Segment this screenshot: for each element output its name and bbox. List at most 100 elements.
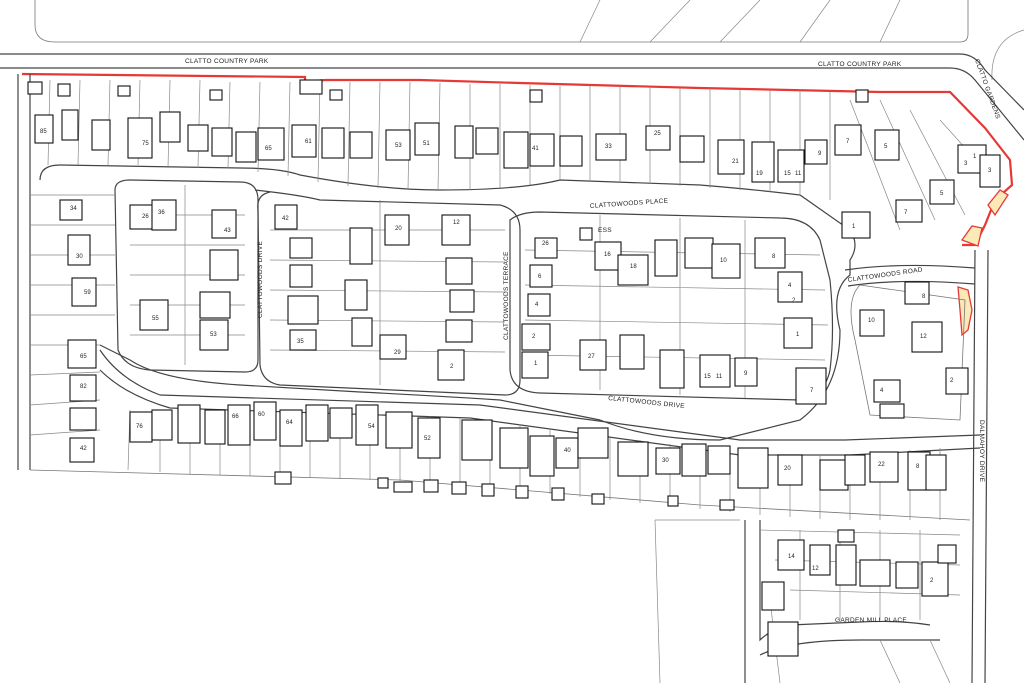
house-number: 61 [305, 139, 312, 145]
house-number: 12 [453, 220, 460, 226]
building [253, 401, 277, 441]
house-number: 41 [532, 146, 539, 152]
building [719, 499, 735, 511]
house-number: 27 [588, 354, 595, 360]
house-number: 21 [732, 159, 739, 165]
building [619, 334, 645, 370]
building [299, 79, 323, 95]
house-number: 60 [258, 412, 265, 418]
house-number: 14 [788, 554, 795, 560]
house-number: 22 [878, 462, 885, 468]
house-number: 26 [142, 214, 149, 220]
house-number: 30 [76, 254, 83, 260]
building [737, 447, 769, 489]
building [684, 237, 714, 269]
house-number: 85 [40, 129, 47, 135]
building [551, 487, 565, 501]
building [204, 409, 226, 445]
building [117, 85, 131, 97]
building [61, 109, 79, 141]
building [177, 404, 201, 444]
building [289, 237, 313, 259]
building [617, 254, 649, 286]
building [681, 443, 707, 477]
road-label-clattowoods-terrace: CLATTOWOODS TERRACE [503, 251, 510, 340]
building [911, 321, 943, 353]
building [529, 89, 543, 103]
house-number: 26 [542, 241, 549, 247]
house-number: 20 [395, 226, 402, 232]
house-number: 30 [662, 458, 669, 464]
building [855, 89, 869, 103]
building [227, 404, 251, 446]
building [895, 561, 919, 589]
house-number: 76 [136, 424, 143, 430]
building [329, 89, 343, 101]
house-number: 66 [232, 414, 239, 420]
building [475, 127, 499, 155]
building [804, 139, 828, 165]
building [127, 117, 153, 159]
building [57, 83, 71, 97]
road-label-clatto-country-park-east: CLATTO COUNTRY PARK [818, 61, 902, 68]
building [69, 407, 97, 431]
building [279, 409, 303, 447]
house-number: 11 [795, 171, 802, 177]
building [423, 479, 439, 493]
building [351, 317, 373, 347]
building [895, 199, 923, 223]
building [349, 227, 373, 265]
house-number: 11 [716, 374, 723, 380]
building [187, 124, 209, 152]
building [481, 483, 495, 497]
building [617, 441, 649, 477]
building [499, 427, 529, 469]
building [859, 559, 891, 587]
building [235, 131, 257, 163]
building [379, 334, 407, 360]
building [305, 404, 329, 442]
building [257, 127, 285, 161]
building [667, 495, 679, 507]
house-number: 65 [265, 146, 272, 152]
house-number: 64 [286, 420, 293, 426]
road-label-clattowoods-drive-west: CLATTOWOODS DRIVE [257, 241, 264, 318]
building [795, 367, 827, 405]
building [904, 281, 930, 305]
house-number: 20 [784, 466, 791, 472]
building [645, 125, 671, 151]
building [819, 459, 849, 491]
building [291, 124, 317, 158]
house-number: 10 [720, 258, 727, 264]
building [209, 249, 239, 281]
building [654, 239, 678, 277]
building [461, 419, 493, 461]
building [67, 234, 91, 266]
building [529, 435, 555, 477]
house-number: 12 [812, 566, 819, 572]
building [289, 264, 313, 288]
building [445, 319, 473, 343]
building [879, 403, 905, 419]
building [454, 125, 474, 159]
road-label-clatto-country-park-west: CLATTO COUNTRY PARK [185, 58, 269, 65]
site-location-map: CLATTO COUNTRY PARK CLATTO COUNTRY PARK … [0, 0, 1024, 683]
building [527, 293, 551, 317]
house-number: 15 [704, 374, 711, 380]
house-number: 82 [80, 384, 87, 390]
road-label-dalmahoy-drive: DALMAHOY DRIVE [978, 420, 985, 483]
house-number: 53 [395, 143, 402, 149]
building [699, 354, 731, 388]
building [659, 349, 685, 389]
building [329, 407, 353, 439]
house-number: 59 [84, 290, 91, 296]
building [717, 139, 745, 175]
building [199, 291, 231, 319]
house-number: 75 [142, 141, 149, 147]
building [835, 544, 857, 586]
house-number: 19 [756, 171, 763, 177]
building [754, 237, 786, 269]
building [841, 211, 871, 239]
building [451, 481, 467, 495]
house-number: 65 [80, 354, 87, 360]
